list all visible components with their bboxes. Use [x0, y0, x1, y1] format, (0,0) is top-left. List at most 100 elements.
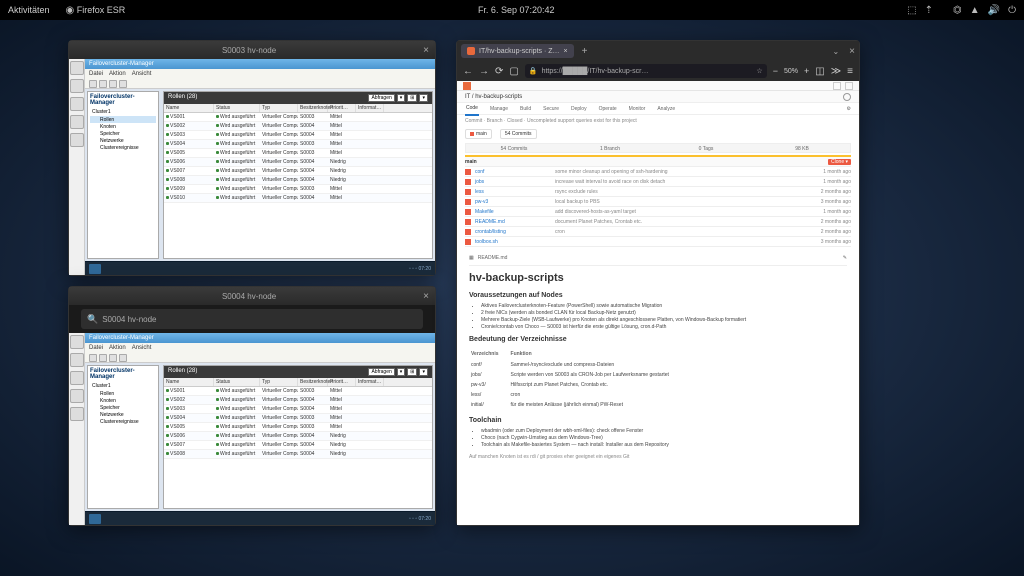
clone-button[interactable]: Clone ▾ — [828, 159, 851, 165]
close-icon[interactable]: × — [423, 291, 429, 302]
col-type[interactable]: Typ — [260, 378, 298, 386]
search-icon[interactable] — [843, 93, 851, 101]
commits-chip[interactable]: 54 Commits — [500, 129, 537, 139]
tool-icon[interactable] — [70, 97, 84, 111]
pin-icon[interactable] — [70, 61, 84, 75]
window-titlebar[interactable]: S0004 hv-node × — [69, 287, 435, 305]
file-row[interactable]: jobsincrease wait interval to avoid race… — [465, 177, 851, 187]
file-row[interactable]: Makefileadd discovered-hosts-as-yaml tar… — [465, 207, 851, 217]
tab-secure[interactable]: Secure — [542, 103, 560, 115]
filter-btn[interactable]: ▾ — [419, 368, 428, 376]
table-row[interactable]: VS003Wird ausgeführtVirtueller ComputerS… — [164, 131, 432, 140]
tree-node[interactable]: Rollen — [90, 390, 156, 397]
tool-icon[interactable] — [70, 353, 84, 367]
tab-deploy[interactable]: Deploy — [570, 103, 588, 115]
table-row[interactable]: VS002Wird ausgeführtVirtueller ComputerS… — [164, 122, 432, 131]
header-btn[interactable] — [833, 82, 841, 90]
filter-btn[interactable]: ▾ — [419, 94, 428, 102]
menu-file[interactable]: Datei — [89, 71, 103, 77]
forward-button[interactable]: → — [479, 66, 489, 77]
filter-btn[interactable]: ⊞ — [407, 368, 417, 376]
filter-btn[interactable]: ▾ — [397, 94, 406, 102]
reload-button[interactable]: ⟳ — [495, 66, 503, 77]
start-button[interactable] — [89, 514, 101, 524]
tree-node[interactable]: Cluster1 — [90, 108, 156, 116]
col-status[interactable]: Status — [214, 104, 260, 112]
start-button[interactable] — [89, 264, 101, 274]
volume-icon[interactable]: 🔊 — [988, 5, 1000, 16]
back-icon[interactable] — [89, 80, 97, 88]
col-priority[interactable]: Priorit… — [328, 104, 356, 112]
tree-node[interactable]: Knoten — [90, 397, 156, 404]
table-row[interactable]: VS005Wird ausgeführtVirtueller ComputerS… — [164, 423, 432, 432]
tree-node[interactable]: Speicher — [90, 404, 156, 411]
header-btn[interactable] — [845, 82, 853, 90]
close-tab-icon[interactable]: × — [564, 48, 568, 55]
branch-selector[interactable]: main — [465, 159, 545, 165]
forward-icon[interactable] — [99, 80, 107, 88]
windows-taskbar[interactable]: ▫ ▫ ▫ 07:20 — [85, 261, 435, 275]
file-row[interactable]: confsome minor cleanup and opening of ss… — [465, 167, 851, 177]
close-icon[interactable]: × — [423, 45, 429, 56]
power-icon[interactable]: ⏻ — [1008, 5, 1016, 16]
col-owner[interactable]: Besitzerknoten — [298, 378, 328, 386]
table-row[interactable]: VS009Wird ausgeführtVirtueller ComputerS… — [164, 185, 432, 194]
new-tab-button[interactable]: + — [582, 46, 588, 57]
tree-node[interactable]: Rollen — [90, 116, 156, 123]
system-tray[interactable]: ▫ ▫ ▫ 07:20 — [409, 266, 431, 272]
bookmark-icon[interactable]: ☆ — [756, 67, 762, 75]
system-tray[interactable]: ▫ ▫ ▫ 07:20 — [409, 516, 431, 522]
table-row[interactable]: VS004Wird ausgeführtVirtueller ComputerS… — [164, 140, 432, 149]
file-row[interactable]: README.mddocument Planet Patches, Cronta… — [465, 217, 851, 227]
tool-icon[interactable] — [70, 371, 84, 385]
tab-manage[interactable]: Manage — [489, 103, 509, 115]
fullscreen-icon[interactable] — [70, 407, 84, 421]
table-row[interactable]: VS005Wird ausgeführtVirtueller ComputerS… — [164, 149, 432, 158]
file-row[interactable]: crontab/listingcron2 months ago — [465, 227, 851, 237]
tree-node[interactable]: Cluster1 — [90, 382, 156, 390]
hyperv-window-1[interactable]: S0003 hv-node × Failovercluster-Manager … — [68, 40, 436, 276]
tree-node[interactable]: Clusterereignisse — [90, 144, 156, 151]
table-row[interactable]: VS001Wird ausgeführtVirtueller ComputerS… — [164, 387, 432, 396]
menu-file[interactable]: Datei — [89, 345, 103, 351]
stat-commits[interactable]: 54 Commits — [466, 144, 562, 152]
gitlab-logo-icon[interactable] — [463, 82, 471, 90]
stat-tags[interactable]: 0 Tags — [658, 144, 754, 152]
tab-monitor[interactable]: Monitor — [628, 103, 647, 115]
fullscreen-icon[interactable] — [70, 133, 84, 147]
tool-icon[interactable] — [70, 389, 84, 403]
menu-view[interactable]: Ansicht — [132, 345, 152, 351]
hyperv-window-2[interactable]: S0004 hv-node × 🔍 S0004 hv-node Failover… — [68, 286, 436, 526]
tab-code[interactable]: Code — [465, 102, 479, 116]
col-owner[interactable]: Besitzerknoten — [298, 104, 328, 112]
overview-search[interactable]: 🔍 S0004 hv-node — [81, 309, 423, 329]
nav-tree[interactable]: Failovercluster-Manager Cluster1 Rollen … — [87, 91, 159, 259]
tree-root[interactable]: Failovercluster-Manager — [90, 94, 156, 106]
tab-operate[interactable]: Operate — [598, 103, 618, 115]
clock[interactable]: Fr. 6. Sep 07:20:42 — [125, 5, 907, 15]
zoom-in-button[interactable]: + — [804, 66, 809, 76]
menu-view[interactable]: Ansicht — [132, 71, 152, 77]
file-row[interactable]: toolbox.sh3 months ago — [465, 237, 851, 247]
col-priority[interactable]: Priorit… — [328, 378, 356, 386]
table-row[interactable]: VS001Wird ausgeführtVirtueller ComputerS… — [164, 113, 432, 122]
menu-action[interactable]: Aktion — [109, 71, 126, 77]
col-info[interactable]: Informat… — [356, 104, 384, 112]
minimize-icon[interactable]: ⌄ — [832, 47, 839, 56]
col-status[interactable]: Status — [214, 378, 260, 386]
home-button[interactable]: ▢ — [509, 66, 518, 77]
filter-dropdown[interactable]: Abfragen — [368, 368, 394, 376]
tree-node[interactable]: Speicher — [90, 130, 156, 137]
col-info[interactable]: Informat… — [356, 378, 384, 386]
tab-build[interactable]: Build — [519, 103, 532, 115]
refresh-icon[interactable] — [109, 354, 117, 362]
help-icon[interactable] — [119, 354, 127, 362]
col-name[interactable]: Name — [164, 104, 214, 112]
tree-node[interactable]: Clusterereignisse — [90, 418, 156, 425]
stat-storage[interactable]: 98 KB — [754, 144, 850, 152]
file-row[interactable]: pw-v3local backup to PBS3 months ago — [465, 197, 851, 207]
back-button[interactable]: ← — [463, 66, 473, 77]
nav-tree[interactable]: Failovercluster-Manager Cluster1 Rollen … — [87, 365, 159, 509]
col-name[interactable]: Name — [164, 378, 214, 386]
breadcrumb-link[interactable]: IT / hv-backup-scripts — [465, 94, 522, 100]
